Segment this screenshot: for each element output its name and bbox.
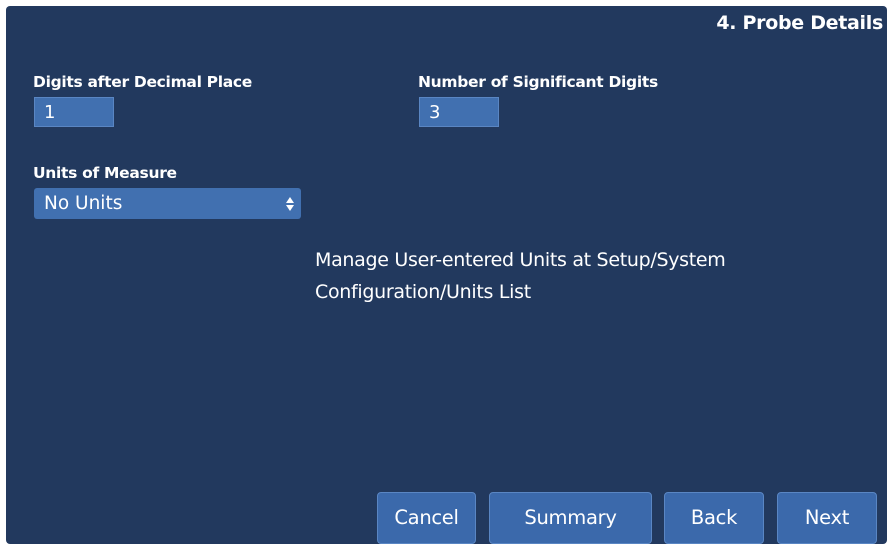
probe-details-panel: 4. Probe Details Digits after Decimal Pl… (6, 6, 887, 544)
digits-after-decimal-label: Digits after Decimal Place (33, 73, 253, 91)
units-info-line-1: Manage User-entered Units at Setup/Syste… (315, 249, 726, 271)
step-title: 4. Probe Details (716, 12, 883, 34)
units-of-measure-select[interactable]: No Units (34, 188, 301, 219)
next-button[interactable]: Next (777, 492, 877, 544)
units-of-measure-selected-value: No Units (44, 193, 123, 214)
summary-button[interactable]: Summary (489, 492, 652, 544)
units-info-line-2: Configuration/Units List (315, 281, 531, 303)
significant-digits-input[interactable] (419, 97, 499, 127)
units-of-measure-label: Units of Measure (33, 164, 177, 182)
cancel-button[interactable]: Cancel (377, 492, 476, 544)
select-arrows-icon (286, 188, 294, 219)
digits-after-decimal-input[interactable] (34, 97, 114, 127)
back-button[interactable]: Back (664, 492, 764, 544)
significant-digits-label: Number of Significant Digits (418, 73, 658, 91)
units-info-text: Manage User-entered Units at Setup/Syste… (315, 244, 835, 308)
